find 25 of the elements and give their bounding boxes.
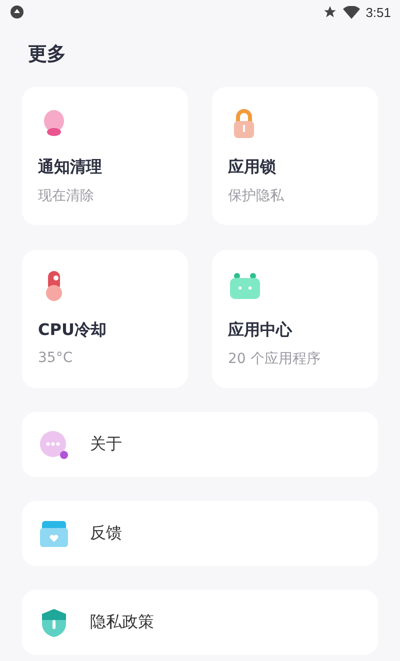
feature-card[interactable]: 应用锁 保护隐私 <box>212 87 378 225</box>
card-subtitle: 保护隐私 <box>228 187 284 205</box>
card-subtitle: 35°C <box>38 350 73 366</box>
card-title: 通知清理 <box>38 157 102 178</box>
feature-card[interactable]: CPU冷却 35°C <box>22 250 188 388</box>
wifi-icon <box>342 6 360 18</box>
menu-item[interactable]: 隐私政策 <box>22 590 378 655</box>
menu-item-label: 反馈 <box>90 523 122 544</box>
card-subtitle: 20 个应用程序 <box>228 350 320 368</box>
status-time: 3:51 <box>366 4 391 20</box>
card-title: 应用中心 <box>228 320 292 341</box>
card-title: 应用锁 <box>228 157 276 178</box>
menu-item[interactable]: 反馈 <box>22 501 378 566</box>
feature-card[interactable]: 应用中心 20 个应用程序 <box>212 250 378 388</box>
page-title: 更多 <box>28 42 67 67</box>
menu-item-label: 隐私政策 <box>90 612 154 633</box>
chat-bubble-icon <box>38 428 70 460</box>
card-title: CPU冷却 <box>38 320 106 341</box>
notification-icon <box>10 5 24 19</box>
feature-card[interactable]: 通知清理 现在清除 <box>22 87 188 225</box>
menu-item-label: 关于 <box>90 434 122 455</box>
robot-icon <box>228 270 262 302</box>
star-icon <box>322 5 337 19</box>
card-subtitle: 现在清除 <box>38 187 94 205</box>
menu-item[interactable]: 关于 <box>22 412 378 477</box>
